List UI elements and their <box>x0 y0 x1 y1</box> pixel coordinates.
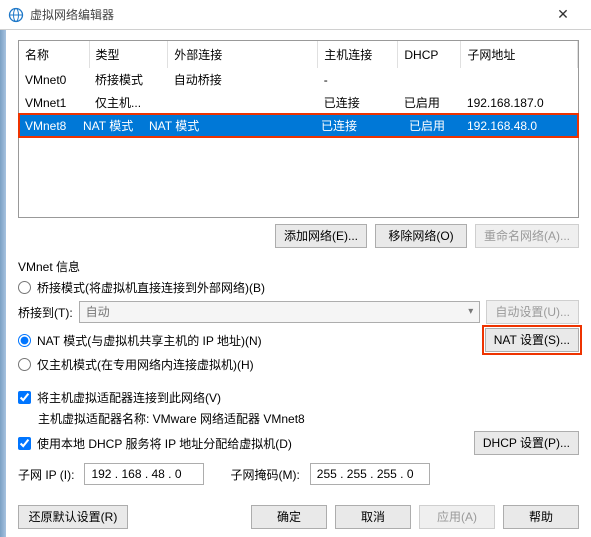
col-type[interactable]: 类型 <box>89 41 168 68</box>
dhcp-row: 使用本地 DHCP 服务将 IP 地址分配给虚拟机(D) DHCP 设置(P).… <box>18 431 579 455</box>
hostonly-mode-radio[interactable]: 仅主机模式(在专用网络内连接虚拟机)(H) <box>18 356 579 373</box>
ok-button[interactable]: 确定 <box>251 505 327 529</box>
subnet-row: 子网 IP (I): 192 . 168 . 48 . 0 子网掩码(M): 2… <box>18 463 579 485</box>
footer: 还原默认设置(R) 确定 取消 应用(A) 帮助 <box>18 505 579 529</box>
auto-config-button: 自动设置(U)... <box>486 300 579 324</box>
nat-settings-button[interactable]: NAT 设置(S)... <box>485 328 579 352</box>
col-ext[interactable]: 外部连接 <box>168 41 318 68</box>
subnet-mask-field[interactable]: 255 . 255 . 255 . 0 <box>310 463 430 485</box>
app-icon <box>8 7 24 23</box>
restore-defaults-button[interactable]: 还原默认设置(R) <box>18 505 128 529</box>
table-header-row: 名称 类型 外部连接 主机连接 DHCP 子网地址 <box>19 41 578 68</box>
table-row[interactable]: VMnet0 桥接模式 自动桥接 - <box>19 68 578 91</box>
col-host[interactable]: 主机连接 <box>318 41 398 68</box>
bridge-to-label: 桥接到(T): <box>18 304 73 321</box>
table-row[interactable]: VMnet1 仅主机... 已连接 已启用 192.168.187.0 <box>19 91 578 114</box>
help-button[interactable]: 帮助 <box>503 505 579 529</box>
subnet-ip-field[interactable]: 192 . 168 . 48 . 0 <box>84 463 204 485</box>
col-dhcp[interactable]: DHCP <box>398 41 461 68</box>
bridge-to-combo[interactable]: 自动 ▾ <box>79 301 481 323</box>
window-title: 虚拟网络编辑器 <box>30 6 543 23</box>
titlebar: 虚拟网络编辑器 ✕ <box>0 0 591 30</box>
nat-mode-row: NAT 模式(与虚拟机共享主机的 IP 地址)(N) NAT 设置(S)... <box>18 328 579 352</box>
apply-button: 应用(A) <box>419 505 495 529</box>
col-subnet[interactable]: 子网地址 <box>461 41 578 68</box>
nat-mode-radio[interactable]: NAT 模式(与虚拟机共享主机的 IP 地址)(N) <box>18 332 262 349</box>
content: 名称 类型 外部连接 主机连接 DHCP 子网地址 VMnet0 桥接模式 自动… <box>6 30 591 537</box>
chevron-down-icon: ▾ <box>468 302 473 322</box>
col-name[interactable]: 名称 <box>19 41 89 68</box>
adapter-name-label: 主机虚拟适配器名称: VMware 网络适配器 VMnet8 <box>38 410 579 427</box>
remove-network-button[interactable]: 移除网络(O) <box>375 224 467 248</box>
bridge-mode-radio[interactable]: 桥接模式(将虚拟机直接连接到外部网络)(B) <box>18 279 579 296</box>
table-buttons: 添加网络(E)... 移除网络(O) 重命名网络(A)... <box>18 224 579 248</box>
add-network-button[interactable]: 添加网络(E)... <box>275 224 367 248</box>
cancel-button[interactable]: 取消 <box>335 505 411 529</box>
subnet-mask-label: 子网掩码(M): <box>230 466 299 483</box>
close-icon[interactable]: ✕ <box>543 6 583 23</box>
dhcp-check[interactable]: 使用本地 DHCP 服务将 IP 地址分配给虚拟机(D) <box>18 435 292 452</box>
subnet-ip-label: 子网 IP (I): <box>18 466 74 483</box>
vmnet-info-label: VMnet 信息 <box>18 258 579 275</box>
rename-network-button: 重命名网络(A)... <box>475 224 579 248</box>
table-row-selected[interactable]: VMnet8 NAT 模式 NAT 模式 已连接 已启用 192.168.48.… <box>19 114 578 137</box>
dhcp-settings-button[interactable]: DHCP 设置(P)... <box>474 431 579 455</box>
connect-host-check[interactable]: 将主机虚拟适配器连接到此网络(V) <box>18 389 579 406</box>
network-table[interactable]: 名称 类型 外部连接 主机连接 DHCP 子网地址 VMnet0 桥接模式 自动… <box>18 40 579 218</box>
bridge-to-row: 桥接到(T): 自动 ▾ 自动设置(U)... <box>18 300 579 324</box>
